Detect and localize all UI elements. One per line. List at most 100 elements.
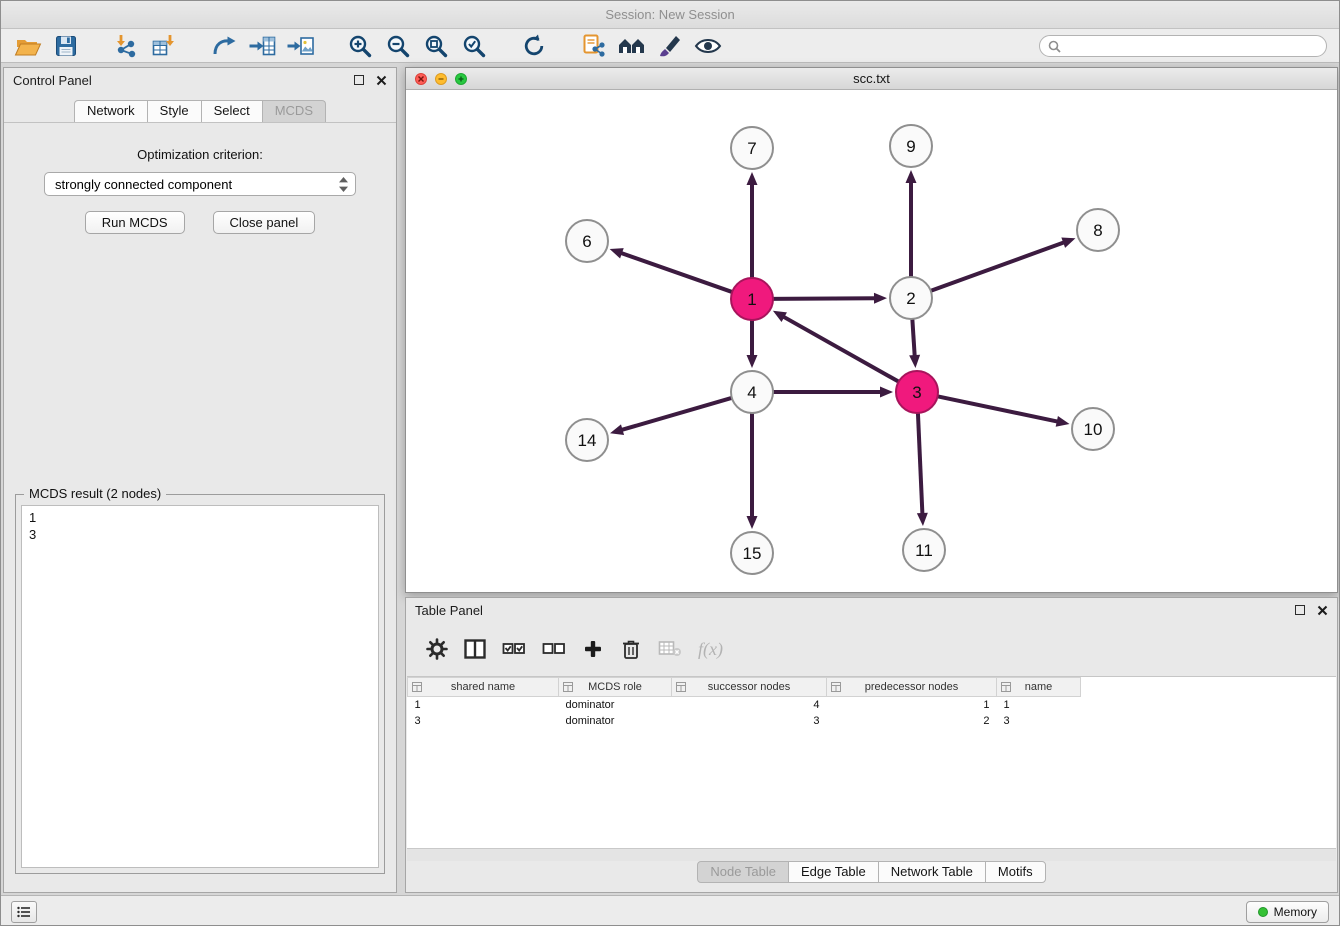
table-settings-button[interactable] [426,636,448,662]
close-table-panel-icon[interactable] [1317,605,1328,616]
graph-node-label: 14 [578,431,597,450]
graph-edge-arrowhead [909,355,920,368]
tab-edge-table[interactable]: Edge Table [788,861,879,883]
graph-edge-1-6[interactable] [620,253,734,293]
import-table-button[interactable] [145,31,183,61]
table-cell[interactable]: 3 [672,713,827,729]
mcds-result-line: 3 [29,526,371,543]
table-cell[interactable]: 3 [408,713,559,729]
column-header-icon [563,682,573,692]
refresh-view-button[interactable] [515,31,553,61]
column-header-MCDS-role[interactable]: MCDS role [559,678,672,697]
zoom-out-button[interactable] [379,31,417,61]
export-table-button[interactable] [243,31,281,61]
open-session-button[interactable] [9,31,47,61]
save-session-button[interactable] [47,31,85,61]
graph-edge-1-2[interactable] [771,298,876,299]
table-cell[interactable]: 1 [997,697,1081,713]
graph-edge-arrowhead [1061,237,1075,247]
graph-edge-arrowhead [610,248,624,258]
table-cell[interactable]: 1 [827,697,997,713]
column-header-name[interactable]: name [997,678,1081,697]
zoom-fit-button[interactable] [417,31,455,61]
overview-button[interactable] [613,31,651,61]
import-network-button[interactable] [107,31,145,61]
memory-button[interactable]: Memory [1246,901,1329,923]
trash-icon [621,638,641,660]
network-canvas[interactable]: 7968124314101511 [406,90,1337,592]
table-cell[interactable]: 3 [997,713,1081,729]
brush-icon [657,33,683,59]
table-panel-header: Table Panel [406,598,1337,622]
graph-edge-4-14[interactable] [621,397,734,430]
column-header-successor-nodes[interactable]: successor nodes [672,678,827,697]
graph-edge-3-10[interactable] [936,396,1059,422]
export-image-button[interactable] [281,31,319,61]
deselect-all-icon [542,640,566,658]
table-cell[interactable]: 2 [827,713,997,729]
zoom-in-button[interactable] [341,31,379,61]
paint-style-button[interactable] [651,31,689,61]
table-cell[interactable]: 4 [672,697,827,713]
fx-icon: f(x) [698,639,723,660]
plus-icon [583,639,603,659]
double-home-icon [617,33,647,59]
column-header-shared-name[interactable]: shared name [408,678,559,697]
minimize-window-icon[interactable] [435,73,447,85]
table-row[interactable]: 3dominator323 [408,713,1081,729]
float-table-panel-icon[interactable] [1295,605,1305,615]
delete-column-button[interactable] [620,636,642,662]
run-mcds-button[interactable]: Run MCDS [85,211,185,234]
task-history-button[interactable] [11,901,37,923]
table-cell[interactable]: dominator [559,697,672,713]
table-horizontal-scrollbar[interactable] [407,848,1336,861]
graph-node-label: 8 [1093,221,1102,240]
network-window-titlebar[interactable]: scc.txt [406,68,1337,90]
zoom-in-icon [347,33,373,59]
add-column-button[interactable] [582,636,604,662]
tab-motifs[interactable]: Motifs [985,861,1046,883]
export-image-icon [286,33,314,59]
close-window-icon[interactable] [415,73,427,85]
graph-edge-3-1[interactable] [782,316,900,382]
zoom-selected-button[interactable] [455,31,493,61]
tab-network-table[interactable]: Network Table [878,861,986,883]
close-panel-icon[interactable] [376,75,387,86]
deselect-all-button[interactable] [542,636,566,662]
close-panel-button[interactable]: Close panel [213,211,316,234]
graph-edge-2-3[interactable] [912,317,915,357]
import-network-icon [113,33,139,59]
tab-mcds[interactable]: MCDS [262,100,326,122]
column-header-predecessor-nodes[interactable]: predecessor nodes [827,678,997,697]
search-box[interactable] [1039,35,1327,57]
show-columns-button[interactable] [464,636,486,662]
mcds-result-title: MCDS result (2 nodes) [24,486,166,501]
show-hide-button[interactable] [689,31,727,61]
graph-edge-2-8[interactable] [929,242,1065,292]
table-row[interactable]: 1dominator411 [408,697,1081,713]
tab-style[interactable]: Style [147,100,202,122]
maximize-window-icon[interactable] [455,73,467,85]
float-panel-icon[interactable] [354,75,364,85]
share-document-button[interactable] [575,31,613,61]
graph-node-label: 11 [915,541,933,560]
mcds-result-area[interactable]: 13 [21,505,379,868]
tab-node-table[interactable]: Node Table [697,861,789,883]
graph-edge-arrowhead [906,170,917,183]
export-network-icon [211,33,237,59]
eye-icon [694,33,722,59]
search-input[interactable] [1066,39,1318,53]
table-cell[interactable]: dominator [559,713,672,729]
export-network-button[interactable] [205,31,243,61]
function-builder-button[interactable]: f(x) [698,636,723,662]
graph-edge-3-11[interactable] [918,411,923,515]
graph-edge-arrowhead [1056,416,1070,427]
select-all-button[interactable] [502,636,526,662]
optimization-criterion-dropdown[interactable]: strongly connected component [44,172,356,196]
tab-select[interactable]: Select [201,100,263,122]
tab-network[interactable]: Network [74,100,148,122]
main-toolbar [1,29,1339,63]
table-cell[interactable]: 1 [408,697,559,713]
graph-edge-arrowhead [610,424,624,435]
clear-table-button[interactable] [658,636,682,662]
